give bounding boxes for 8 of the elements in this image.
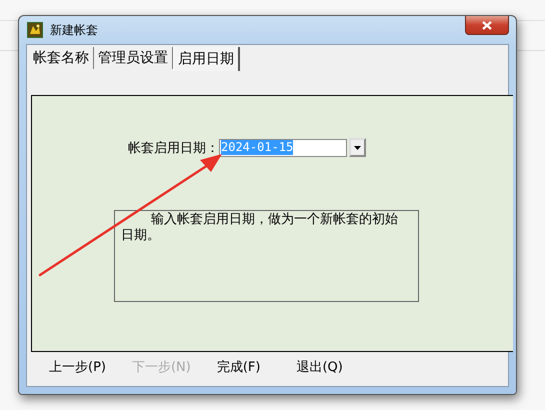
description-text: 输入帐套启用日期，做为一个新帐套的初始日期。 [114, 210, 419, 302]
field-value: 2024-01-15 [221, 140, 294, 155]
wizard-button[interactable]: 上一步(P) [49, 358, 106, 376]
field-label: 帐套启用日期： [128, 140, 219, 156]
wizard-button[interactable]: 完成(F) [216, 358, 260, 376]
wizard-button[interactable]: 退出(Q) [296, 358, 343, 376]
window-title: 新建帐套 [50, 22, 98, 38]
tab[interactable]: 启用日期 [173, 47, 240, 71]
